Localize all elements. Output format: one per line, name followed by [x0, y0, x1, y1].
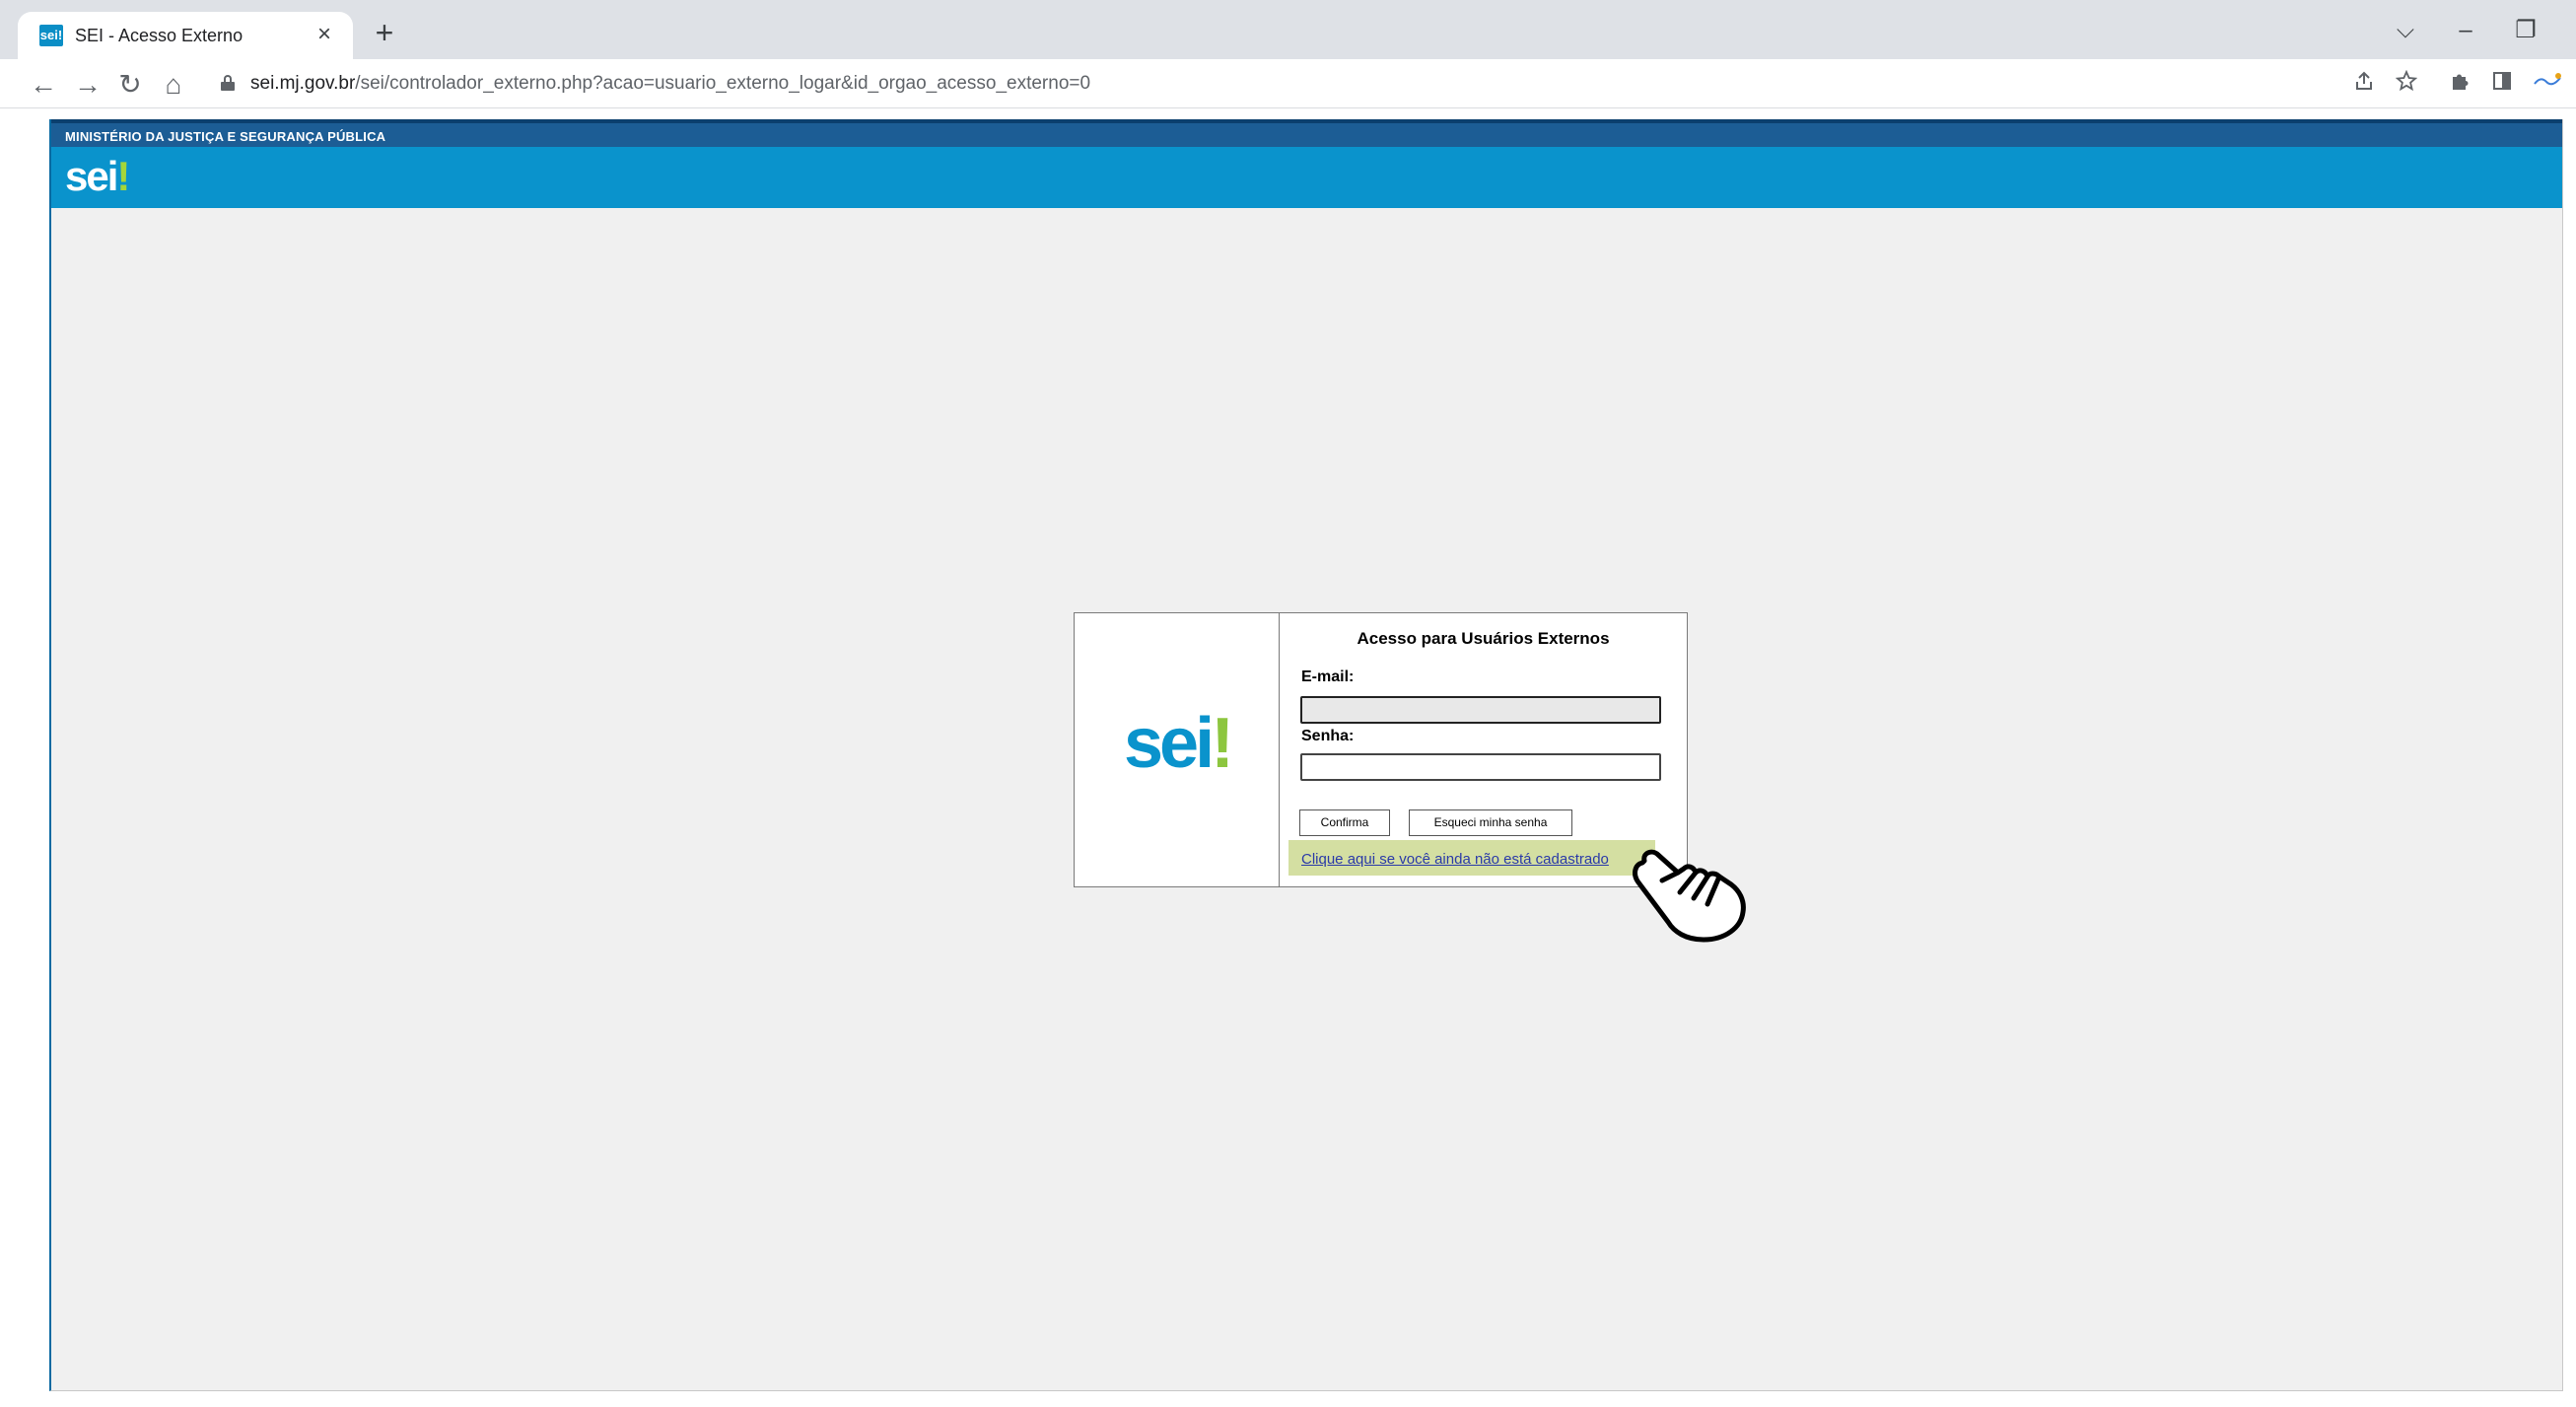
register-link[interactable]: Clique aqui se você ainda não está cadas…: [1301, 851, 1609, 868]
login-title: Acesso para Usuários Externos: [1357, 629, 1610, 648]
org-name: MINISTÉRIO DA JUSTIÇA E SEGURANÇA PÚBLIC…: [65, 129, 386, 144]
puzzle-icon[interactable]: [2442, 67, 2477, 103]
url-text[interactable]: sei.mj.gov.br/sei/controlador_externo.ph…: [250, 73, 1090, 95]
sei-logo-bang: !: [116, 153, 130, 199]
url-host: sei.mj.gov.br: [250, 73, 356, 94]
tab-search-icon[interactable]: ⌵: [2386, 14, 2425, 47]
browser-tabstrip: sei! SEI - Acesso Externo × + ⌵ – ❐: [0, 0, 2576, 59]
extension-icon[interactable]: [2530, 67, 2565, 103]
minimize-button[interactable]: –: [2446, 14, 2485, 47]
sei-logo-text: sei: [65, 153, 118, 199]
sei-large-logo: sei!: [1124, 704, 1234, 783]
confirm-button[interactable]: Confirma: [1299, 809, 1390, 836]
login-form: Acesso para Usuários Externos E-mail: Se…: [1280, 613, 1687, 886]
email-field[interactable]: [1300, 696, 1661, 724]
page-content: MINISTÉRIO DA JUSTIÇA E SEGURANÇA PÚBLIC…: [49, 119, 2563, 1391]
sei-logo[interactable]: sei!: [65, 153, 130, 199]
password-field[interactable]: [1300, 753, 1661, 781]
close-tab-icon[interactable]: ×: [310, 20, 339, 49]
tab-title: SEI - Acesso Externo: [75, 26, 244, 45]
sei-favicon-icon: sei!: [39, 25, 63, 46]
star-icon[interactable]: [2389, 67, 2424, 103]
sei-large-logo-bang: !: [1211, 704, 1234, 783]
reload-icon[interactable]: ↻: [112, 67, 148, 103]
back-icon[interactable]: ←: [26, 67, 61, 103]
address-bar[interactable]: sei.mj.gov.br/sei/controlador_externo.ph…: [207, 65, 2405, 103]
email-label: E-mail:: [1301, 668, 1355, 685]
browser-tab[interactable]: sei! SEI - Acesso Externo ×: [18, 12, 353, 59]
lock-icon[interactable]: [221, 75, 235, 91]
password-label: Senha:: [1301, 728, 1355, 744]
login-box: sei! Acesso para Usuários Externos E-mai…: [1074, 612, 1688, 887]
share-icon[interactable]: [2346, 67, 2382, 103]
login-logo-panel: sei!: [1075, 613, 1280, 886]
sei-large-logo-text: sei: [1124, 704, 1215, 783]
forgot-password-button[interactable]: Esqueci minha senha: [1409, 809, 1572, 836]
forward-icon[interactable]: →: [70, 67, 105, 103]
page-header-top: MINISTÉRIO DA JUSTIÇA E SEGURANÇA PÚBLIC…: [51, 119, 2562, 147]
restore-button[interactable]: ❐: [2506, 14, 2545, 47]
new-tab-button[interactable]: +: [367, 16, 402, 51]
hand-cursor-icon: [1633, 849, 1746, 943]
sidebar-icon[interactable]: [2484, 67, 2520, 103]
browser-toolbar: ← → ↻ ⌂ sei.mj.gov.br/sei/controlador_ex…: [0, 59, 2576, 108]
home-icon[interactable]: ⌂: [156, 67, 191, 103]
page-header: sei!: [51, 147, 2562, 208]
url-path: /sei/controlador_externo.php?acao=usuari…: [355, 73, 1091, 94]
